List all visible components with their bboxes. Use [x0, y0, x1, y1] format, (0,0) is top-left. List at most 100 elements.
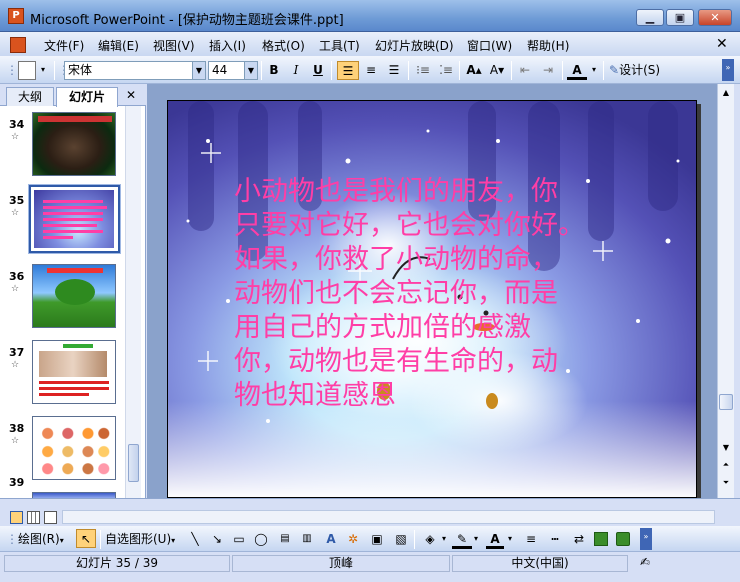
menu-edit[interactable]: 编辑(E) [98, 37, 139, 54]
spell-check-icon[interactable]: ✍ [630, 555, 660, 572]
slide-thumbnail-37[interactable] [32, 340, 116, 404]
dash-style-button[interactable]: ┅ [546, 530, 564, 549]
decrease-indent-button[interactable]: ⇤ [515, 61, 535, 80]
numbered-list-icon: ⁝≡ [416, 63, 430, 77]
scroll-up-icon[interactable]: ▲ [720, 86, 732, 100]
italic-button[interactable]: I [287, 61, 305, 80]
autoshapes-button[interactable]: 自选图形(U)▾ [105, 530, 181, 549]
menu-slideshow[interactable]: 幻灯片放映(D) [375, 37, 454, 54]
chevron-down-icon[interactable]: ▼ [244, 62, 257, 79]
rectangle-button[interactable]: ▭ [230, 530, 248, 549]
toolbar-separator [261, 61, 262, 80]
menu-view[interactable]: 视图(V) [153, 37, 195, 54]
chevron-down-icon[interactable]: ▼ [192, 62, 205, 79]
3d-style-icon[interactable] [616, 532, 630, 546]
menu-format[interactable]: 格式(O) [262, 37, 305, 54]
powerpoint-app-icon[interactable]: P [8, 8, 24, 24]
minimize-button[interactable]: ▁ [636, 9, 664, 26]
clipart-button[interactable]: ▣ [368, 530, 386, 549]
document-icon[interactable] [10, 37, 26, 53]
font-size-combo[interactable]: 44 ▼ [208, 61, 258, 80]
align-center-button[interactable]: ≡ [361, 61, 381, 80]
toolbar-grip-icon[interactable]: ⋮ [6, 61, 18, 80]
chevron-down-icon: ▾ [171, 536, 176, 545]
align-right-button[interactable]: ☰ [384, 61, 404, 80]
slide-scroll-thumb[interactable] [719, 394, 733, 410]
toolbar-options-icon[interactable]: » [722, 59, 734, 81]
slide-thumbnail-36[interactable] [32, 264, 116, 328]
toolbar-separator [562, 61, 563, 80]
horizontal-scrollbar[interactable] [62, 510, 715, 524]
fill-color-dropdown-icon[interactable]: ▾ [440, 530, 448, 549]
line-button[interactable]: ╲ [186, 530, 204, 549]
previous-slide-icon[interactable]: ⏶ [720, 458, 732, 472]
toolbar-separator [603, 61, 604, 80]
picture-button[interactable]: ▧ [392, 530, 410, 549]
bold-button[interactable]: B [265, 61, 283, 80]
scroll-down-icon[interactable]: ▼ [720, 442, 732, 454]
arrow-style-button[interactable]: ⇄ [570, 530, 588, 549]
numbering-button[interactable]: ⁝≡ [413, 61, 433, 80]
slide-sorter-view-icon[interactable] [27, 511, 40, 524]
font-color-dropdown-icon[interactable]: ▾ [506, 530, 514, 549]
select-objects-button[interactable]: ↖ [76, 529, 96, 548]
slide-thumbnail-34[interactable] [32, 112, 116, 176]
vertical-textbox-button[interactable]: ▥ [298, 530, 316, 549]
line-style-button[interactable]: ≡ [522, 530, 540, 549]
new-document-icon[interactable] [18, 61, 36, 80]
wordart-button[interactable]: A [322, 530, 340, 549]
close-button[interactable]: ✕ [698, 9, 732, 26]
panel-scroll-thumb[interactable] [128, 444, 139, 482]
bullets-button[interactable]: ⁚≡ [436, 61, 456, 80]
tab-slides[interactable]: 幻灯片 [56, 87, 118, 107]
draw-menu-button[interactable]: 绘图(R)▾ [18, 530, 72, 549]
increase-font-button[interactable]: A▴ [464, 61, 484, 80]
font-color-draw-button[interactable]: A [486, 530, 504, 549]
align-left-button[interactable]: ☰ [337, 61, 359, 80]
close-panel-icon[interactable]: ✕ [126, 88, 136, 102]
menu-tools[interactable]: 工具(T) [319, 37, 360, 54]
slide-body-text[interactable]: 小动物也是我们的朋友，你 只要对它好，它也会对你好。 如果，你救了小动物的命， … [234, 175, 654, 413]
line-color-button[interactable]: ✎ [452, 530, 472, 549]
underline-button[interactable]: U [309, 61, 327, 80]
line-color-dropdown-icon[interactable]: ▾ [472, 530, 480, 549]
textbox-button[interactable]: ▤ [276, 530, 294, 549]
maximize-button[interactable]: ▣ [666, 9, 694, 26]
slide-thumbnail-38[interactable] [32, 416, 116, 480]
menu-file[interactable]: 文件(F) [44, 37, 84, 54]
powerpoint-window: P Microsoft PowerPoint - [保护动物主题班会课件.ppt… [0, 0, 740, 582]
diagram-button[interactable]: ✲ [344, 530, 362, 549]
toolbar-grip-icon[interactable]: ⋮ [6, 530, 18, 549]
toolbar-options-icon[interactable]: » [640, 528, 652, 550]
current-slide[interactable]: 小动物也是我们的朋友，你 只要对它好，它也会对你好。 如果，你救了小动物的命， … [167, 100, 697, 498]
panel-scrollbar[interactable] [125, 106, 141, 498]
slide-text-line: 只要对它好，它也会对你好。 [234, 210, 585, 241]
slideshow-view-icon[interactable] [44, 511, 57, 524]
font-color-button[interactable]: A [567, 61, 587, 80]
slide-scrollbar[interactable]: ▲ ▼ ⏶ ⏷ [717, 84, 734, 498]
tab-outline[interactable]: 大纲 [6, 87, 54, 106]
shadow-style-icon[interactable] [594, 532, 608, 546]
menu-insert[interactable]: 插入(I) [209, 37, 246, 54]
star-icon: ☆ [11, 208, 20, 218]
thumbnail-number: 37 [9, 346, 25, 359]
font-name-combo[interactable]: 宋体 ▼ [64, 61, 206, 80]
design-button[interactable]: ✎设计(S) [609, 61, 671, 80]
next-slide-icon[interactable]: ⏷ [720, 476, 732, 490]
font-color-icon: A [490, 532, 500, 546]
oval-button[interactable]: ◯ [252, 530, 270, 549]
chevron-down-icon: ▾ [59, 536, 64, 545]
font-color-dropdown-icon[interactable]: ▾ [589, 61, 599, 80]
normal-view-icon[interactable] [10, 511, 23, 524]
increase-indent-button[interactable]: ⇥ [538, 61, 558, 80]
slide-thumbnail-35[interactable] [28, 184, 121, 254]
decrease-font-button[interactable]: A▾ [487, 61, 507, 80]
new-dropdown-icon[interactable]: ▾ [38, 61, 48, 80]
menu-window[interactable]: 窗口(W) [467, 37, 512, 54]
arrow-button[interactable]: ↘ [208, 530, 226, 549]
thumbnail-photo [39, 351, 107, 377]
status-slide-position: 幻灯片 35 / 39 [4, 555, 230, 572]
close-document-icon[interactable]: ✕ [716, 36, 728, 52]
menu-help[interactable]: 帮助(H) [527, 37, 569, 54]
fill-color-button[interactable]: ◈ [420, 530, 440, 549]
